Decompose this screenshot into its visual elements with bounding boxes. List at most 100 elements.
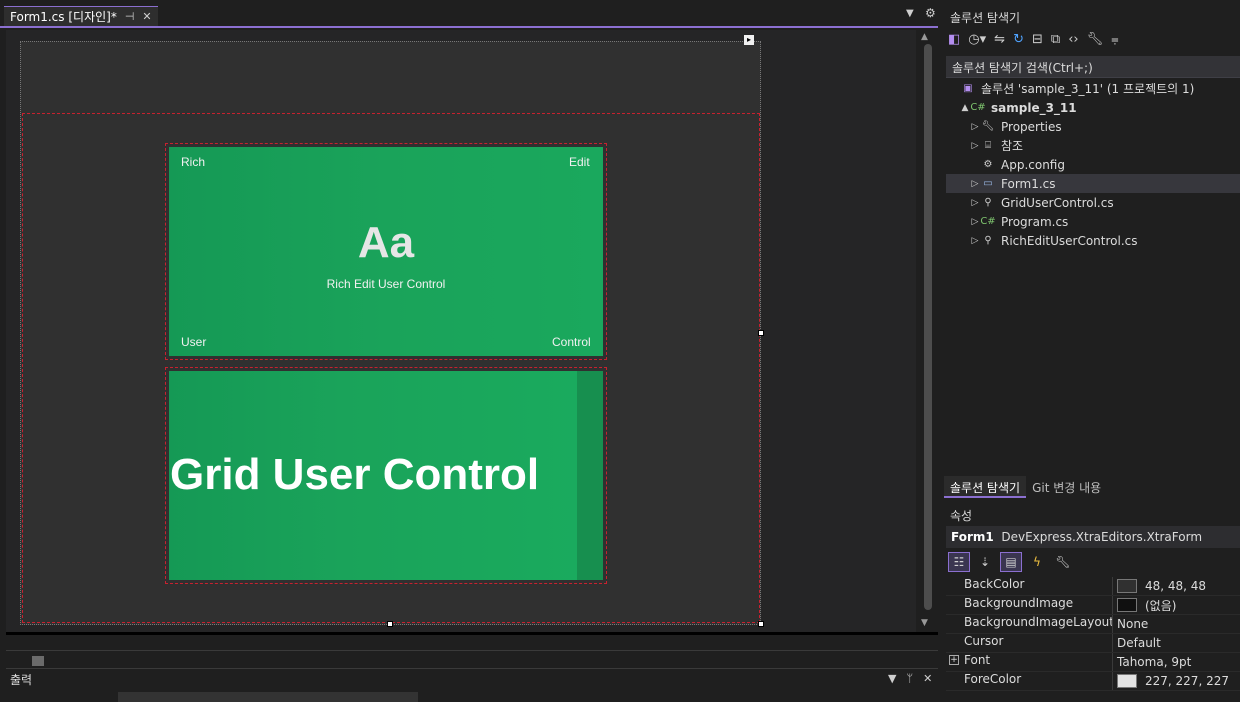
expander-icon[interactable]: ▷ xyxy=(970,179,980,189)
property-row[interactable]: BackgroundImage (없음) xyxy=(946,596,1240,615)
document-tab-title: Form1.cs [디자인]* xyxy=(10,10,117,24)
code-view-icon[interactable]: ‹› xyxy=(1068,32,1078,47)
solution-icon: ▣ xyxy=(963,83,973,94)
property-value[interactable]: 227, 227, 227 xyxy=(1112,672,1240,690)
property-row[interactable]: ForeColor 227, 227, 227 xyxy=(946,672,1240,691)
property-value-text: Default xyxy=(1117,636,1161,650)
tree-item-label: sample_3_11 xyxy=(991,100,1077,115)
dropdown-icon[interactable]: ▼ xyxy=(888,672,896,685)
designer-tray-divider xyxy=(6,632,938,635)
expander-icon[interactable]: ▲ xyxy=(960,103,970,113)
categorized-icon[interactable]: ☷ xyxy=(948,552,970,572)
references-icon: ⌸ xyxy=(985,140,991,151)
alphabetical-icon[interactable]: ⇣ xyxy=(974,552,996,572)
property-name-text: BackgroundImage xyxy=(964,596,1074,610)
property-value[interactable]: None xyxy=(1112,615,1240,633)
tree-item[interactable]: ▷ ⚲ GridUserControl.cs xyxy=(946,193,1240,212)
property-value-text: None xyxy=(1117,617,1149,631)
property-name: BackColor xyxy=(946,577,1112,595)
component-tray-icon[interactable] xyxy=(32,656,44,666)
property-row[interactable]: + Font Tahoma, 9pt xyxy=(946,653,1240,672)
show-all-files-icon[interactable]: ⧉ xyxy=(1051,32,1060,47)
scrollbar-thumb[interactable] xyxy=(924,44,932,610)
tree-item-label: RichEditUserControl.cs xyxy=(1001,233,1138,248)
tree-item[interactable]: ▣ 솔루션 'sample_3_11' (1 프로젝트의 1) xyxy=(946,79,1240,98)
output-source-combo[interactable] xyxy=(118,692,418,702)
wrench-icon[interactable]: 🔧︎ xyxy=(1087,32,1104,47)
property-name: ForeColor xyxy=(946,672,1112,690)
tree-item[interactable]: ▲ C# sample_3_11 xyxy=(946,98,1240,117)
collapse-all-icon[interactable]: ⊟ xyxy=(1032,32,1043,47)
tree-item-label: GridUserControl.cs xyxy=(1001,195,1114,210)
expander-icon[interactable]: ▷ xyxy=(970,141,980,151)
csharp-project-icon: C# xyxy=(970,102,986,113)
tree-item[interactable]: ▷ ⌸ 참조 xyxy=(946,136,1240,155)
properties-object-selector[interactable]: Form1 DevExpress.XtraEditors.XtraForm xyxy=(946,526,1240,548)
smart-tag-icon[interactable]: ▸ xyxy=(744,35,754,45)
scroll-down-icon[interactable]: ▼ xyxy=(921,618,928,628)
property-value[interactable]: 48, 48, 48 xyxy=(1112,577,1240,595)
resize-handle-bottom-right[interactable] xyxy=(758,621,764,627)
property-value[interactable]: Tahoma, 9pt xyxy=(1112,653,1240,671)
property-row[interactable]: Cursor Default xyxy=(946,634,1240,653)
sync-icon[interactable]: ⇋ xyxy=(994,32,1005,47)
property-name-text: BackgroundImageLayout xyxy=(964,615,1112,629)
tree-item[interactable]: ▷ C# Program.cs xyxy=(946,212,1240,231)
properties-toolbar: ☷ ⇣ ▤ ϟ 🔧︎ xyxy=(948,552,1074,572)
tree-item[interactable]: ⚙ App.config xyxy=(946,155,1240,174)
properties-object-type: DevExpress.XtraEditors.XtraForm xyxy=(1001,530,1203,544)
rich-edit-label-edit: Edit xyxy=(569,155,590,169)
pin-icon[interactable]: ⊣ xyxy=(125,10,135,23)
close-icon[interactable]: ✕ xyxy=(142,10,151,23)
property-pages-icon[interactable]: 🔧︎ xyxy=(1052,552,1074,572)
property-name: Cursor xyxy=(946,634,1112,652)
resize-handle-right[interactable] xyxy=(758,330,764,336)
document-tab-form1[interactable]: Form1.cs [디자인]* ⊣ ✕ xyxy=(4,6,158,26)
expand-icon[interactable]: + xyxy=(949,655,959,665)
expander-icon[interactable]: ▷ xyxy=(970,122,980,132)
property-name: BackgroundImageLayout xyxy=(946,615,1112,633)
gear-icon[interactable]: ⚙ xyxy=(925,6,936,20)
tree-item-label: Properties xyxy=(1001,119,1062,134)
tab-solution-explorer[interactable]: 솔루션 탐색기 xyxy=(944,476,1027,498)
expander-icon[interactable]: ▷ xyxy=(970,198,980,208)
vs-icon[interactable]: ◧ xyxy=(948,32,960,47)
property-value[interactable]: Default xyxy=(1112,634,1240,652)
usercontrol-icon: ⚲ xyxy=(984,197,992,208)
scroll-up-icon[interactable]: ▲ xyxy=(921,32,928,42)
expander-icon[interactable]: ▷ xyxy=(970,217,980,227)
tree-item-label: 솔루션 'sample_3_11' (1 프로젝트의 1) xyxy=(981,82,1195,96)
pin-icon[interactable]: ᛘ xyxy=(906,672,913,685)
properties-title: 속성 xyxy=(950,509,973,523)
rich-edit-preview-glyph: Aa xyxy=(357,218,415,267)
property-name-text: Cursor xyxy=(964,634,1004,648)
close-icon[interactable]: ✕ xyxy=(923,672,932,685)
events-icon[interactable]: ϟ xyxy=(1026,552,1048,572)
history-icon[interactable]: ◷▾ xyxy=(968,32,986,47)
properties-object-name: Form1 xyxy=(951,530,994,544)
tab-dropdown-icon[interactable]: ▼ xyxy=(906,8,914,19)
output-panel-title: 출력 xyxy=(10,673,33,687)
property-row[interactable]: BackColor 48, 48, 48 xyxy=(946,577,1240,596)
preview-icon[interactable]: ⩦ xyxy=(1111,32,1119,47)
refresh-icon[interactable]: ↻ xyxy=(1013,32,1024,47)
property-value-text: Tahoma, 9pt xyxy=(1117,655,1192,669)
tree-item[interactable]: ▷ ▭ Form1.cs xyxy=(946,174,1240,193)
output-panel-controls: ▼ ᛘ ✕ xyxy=(888,672,932,685)
tree-item[interactable]: ▷ 🔧︎ Properties xyxy=(946,117,1240,136)
csharp-file-icon: C# xyxy=(980,216,996,227)
tab-git-changes[interactable]: Git 변경 내용 xyxy=(1026,476,1107,498)
solution-explorer-search-input[interactable]: 솔루션 탐색기 검색(Ctrl+;) xyxy=(946,56,1240,78)
form-icon: ▭ xyxy=(983,178,993,189)
property-name-text: Font xyxy=(964,653,991,667)
properties-icon[interactable]: ▤ xyxy=(1000,552,1022,572)
property-value[interactable]: (없음) xyxy=(1112,596,1240,614)
solution-explorer-title: 솔루션 탐색기 xyxy=(950,11,1021,25)
property-name-text: BackColor xyxy=(964,577,1025,591)
color-swatch xyxy=(1117,579,1137,593)
property-row[interactable]: BackgroundImageLayout None xyxy=(946,615,1240,634)
color-swatch xyxy=(1117,598,1137,612)
tree-item[interactable]: ▷ ⚲ RichEditUserControl.cs xyxy=(946,231,1240,250)
expander-icon[interactable]: ▷ xyxy=(970,236,980,246)
resize-handle-bottom[interactable] xyxy=(387,621,393,627)
